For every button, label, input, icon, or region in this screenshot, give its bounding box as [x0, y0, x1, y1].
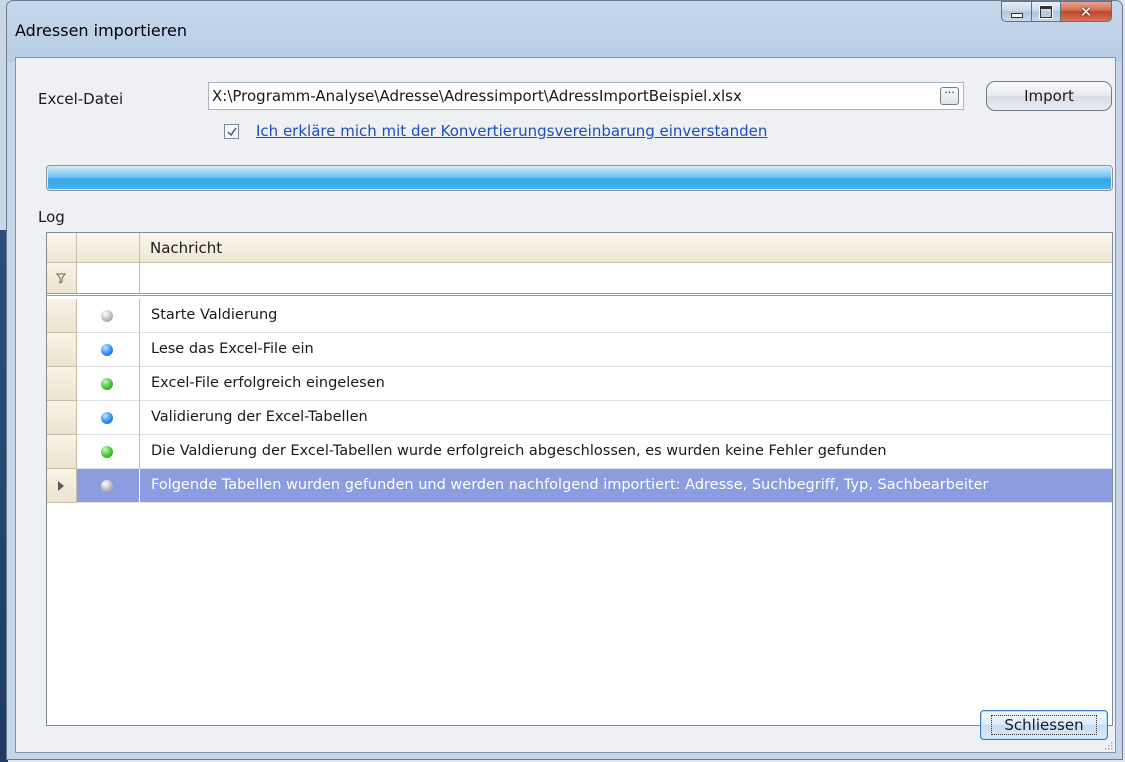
row-selector[interactable] — [47, 333, 77, 367]
log-row[interactable]: Die Valdierung der Excel-Tabellen wurde … — [47, 435, 1112, 469]
maximize-icon — [1039, 4, 1053, 19]
import-dialog: Adressen importieren ✕ Excel-Datei X:\Pr… — [6, 0, 1123, 760]
maximize-button[interactable] — [1031, 1, 1060, 22]
log-grid[interactable]: Nachricht Starte Valdierung Lese das Exce… — [46, 232, 1113, 726]
checkmark-icon — [227, 127, 237, 137]
status-cell — [77, 401, 140, 435]
import-button[interactable]: Import — [986, 81, 1112, 111]
progress-fill — [48, 167, 1111, 189]
message-column-header[interactable]: Nachricht — [140, 233, 1112, 263]
log-row[interactable]: Validierung der Excel-Tabellen — [47, 401, 1112, 435]
status-blue-icon — [101, 344, 113, 356]
title-bar[interactable]: Adressen importieren ✕ — [7, 1, 1122, 57]
close-button[interactable]: Schliessen — [980, 710, 1108, 740]
log-row[interactable]: Starte Valdierung — [47, 299, 1112, 333]
status-cell — [77, 299, 140, 333]
filter-funnel-icon — [56, 273, 66, 284]
log-message: Starte Valdierung — [151, 307, 278, 323]
log-message: Lese das Excel-File ein — [151, 341, 314, 357]
status-gray-icon — [101, 310, 113, 322]
close-icon: ✕ — [1079, 2, 1093, 21]
file-path-text: X:\Programm-Analyse\Adresse\Adressimport… — [212, 87, 742, 105]
message-column-label: Nachricht — [150, 239, 223, 257]
resize-grip-icon[interactable] — [1103, 740, 1113, 750]
status-column-header[interactable] — [77, 233, 140, 263]
status-cell — [77, 435, 140, 469]
log-label: Log — [38, 208, 65, 226]
progress-bar — [46, 165, 1113, 191]
row-selector[interactable] — [47, 401, 77, 435]
current-row-arrow-icon — [58, 481, 64, 491]
log-message: Folgende Tabellen wurden gefunden und we… — [151, 477, 989, 493]
status-green-icon — [101, 446, 113, 458]
close-button-label: Schliessen — [991, 715, 1097, 735]
filter-selector — [47, 263, 77, 293]
log-message: Validierung der Excel-Tabellen — [151, 409, 368, 425]
log-message: Die Valdierung der Excel-Tabellen wurde … — [151, 443, 887, 459]
excel-file-label: Excel-Datei — [38, 90, 124, 108]
status-green-icon — [101, 378, 113, 390]
minimize-icon — [1010, 13, 1023, 18]
filter-row[interactable] — [47, 263, 1112, 296]
consent-link[interactable]: Ich erkläre mich mit der Konvertierungsv… — [256, 122, 767, 140]
row-selector-header — [47, 233, 77, 263]
log-row[interactable]: Excel-File erfolgreich eingelesen — [47, 367, 1112, 401]
status-cell — [77, 367, 140, 401]
row-selector[interactable] — [47, 469, 77, 503]
consent-checkbox[interactable] — [224, 124, 239, 139]
status-cell — [77, 333, 140, 367]
dialog-body: Excel-Datei X:\Programm-Analyse\Adresse\… — [15, 57, 1116, 753]
row-selector[interactable] — [47, 367, 77, 401]
log-row[interactable]: Folgende Tabellen wurden gefunden und we… — [47, 469, 1112, 503]
status-blue-icon — [101, 412, 113, 424]
close-window-button[interactable]: ✕ — [1060, 1, 1112, 22]
file-path-input[interactable]: X:\Programm-Analyse\Adresse\Adressimport… — [208, 82, 964, 110]
status-cell — [77, 469, 140, 503]
window-title: Adressen importieren — [15, 21, 187, 40]
row-selector[interactable] — [47, 435, 77, 469]
log-message: Excel-File erfolgreich eingelesen — [151, 375, 385, 391]
log-rows: Starte Valdierung Lese das Excel-File ein… — [47, 299, 1112, 503]
minimize-button[interactable] — [1001, 1, 1031, 22]
log-row[interactable]: Lese das Excel-File ein — [47, 333, 1112, 367]
status-gray-icon — [101, 480, 113, 492]
row-selector[interactable] — [47, 299, 77, 333]
status-filter-cell[interactable] — [77, 263, 140, 293]
browse-button[interactable]: ··· — [940, 87, 959, 105]
caption-buttons: ✕ — [1001, 1, 1112, 23]
